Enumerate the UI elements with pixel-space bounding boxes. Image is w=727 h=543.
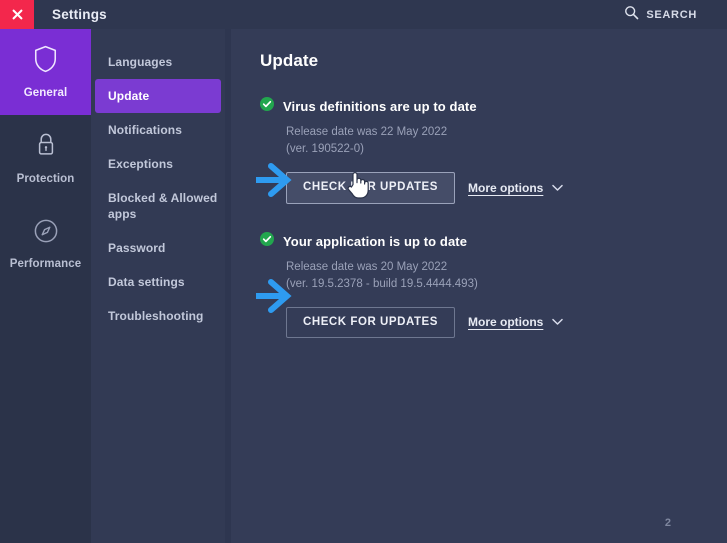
rail-item-performance[interactable]: Performance: [0, 201, 91, 287]
rail-item-general[interactable]: General: [0, 29, 91, 115]
lock-icon: [34, 131, 58, 164]
virus-definitions-meta: Release date was 22 May 2022 (ver. 19052…: [286, 124, 701, 158]
rail-item-protection[interactable]: Protection: [0, 115, 91, 201]
close-button[interactable]: [0, 0, 34, 29]
application-meta: Release date was 20 May 2022 (ver. 19.5.…: [286, 259, 701, 293]
more-options-application-label: More options: [468, 315, 544, 330]
check-for-updates-button-definitions[interactable]: CHECK FOR UPDATES: [286, 172, 456, 204]
search-button[interactable]: SEARCH: [624, 5, 697, 25]
speedometer-icon: [33, 218, 59, 249]
search-label: SEARCH: [646, 8, 697, 21]
chevron-down-icon: [552, 179, 564, 197]
check-for-updates-button-application[interactable]: CHECK FOR UPDATES: [286, 306, 456, 338]
subnav-item-troubleshooting[interactable]: Troubleshooting: [95, 299, 221, 333]
search-icon: [624, 5, 639, 25]
application-status-row: Your application is up to date: [260, 231, 701, 251]
close-icon: [11, 8, 24, 21]
subnav-item-notifications[interactable]: Notifications: [95, 113, 221, 147]
application-release-date: Release date was 20 May 2022: [286, 260, 448, 273]
application-version: (ver. 19.5.2378 - build 19.5.4444.493): [286, 277, 478, 290]
application-actions: CHECK FOR UPDATES More options: [286, 306, 701, 338]
rail-item-general-label: General: [23, 87, 68, 99]
secondary-nav: Languages Update Notifications Exception…: [91, 29, 225, 543]
chevron-down-icon: [552, 313, 564, 331]
subnav-item-exceptions[interactable]: Exceptions: [95, 147, 221, 181]
subnav-item-password[interactable]: Password: [95, 231, 221, 265]
more-options-definitions-label: More options: [468, 180, 544, 195]
virus-definitions-status-title: Virus definitions are up to date: [283, 99, 477, 114]
virus-definitions-release-date: Release date was 22 May 2022: [286, 126, 448, 138]
app-title: Settings: [52, 7, 107, 22]
subnav-item-data-settings[interactable]: Data settings: [95, 265, 221, 299]
virus-definitions-version: (ver. 190522-0): [286, 143, 364, 155]
virus-definitions-section: Virus definitions are up to date Release…: [260, 97, 701, 204]
more-options-application[interactable]: More options: [468, 313, 564, 331]
settings-window: Settings SEARCH General Protection Perfo…: [0, 0, 727, 543]
page-title: Update: [260, 51, 319, 70]
shield-icon: [33, 45, 58, 78]
content-panel: Update Virus definitions are up to date …: [231, 29, 727, 543]
application-status-title: Your application is up to date: [283, 233, 468, 249]
page-number: 2: [664, 517, 671, 529]
rail-item-performance-label: Performance: [9, 258, 82, 270]
application-update-section: Your application is up to date Release d…: [260, 231, 701, 338]
title-bar: Settings SEARCH: [0, 0, 727, 29]
subnav-item-blocked-allowed-apps[interactable]: Blocked & Allowed apps: [95, 181, 221, 231]
check-circle-icon: [260, 97, 274, 116]
subnav-item-languages[interactable]: Languages: [95, 45, 221, 79]
virus-definitions-actions: CHECK FOR UPDATES More options: [286, 172, 701, 204]
check-circle-icon: [260, 231, 274, 251]
more-options-definitions[interactable]: More options: [468, 179, 564, 197]
primary-nav-rail: General Protection Performance: [0, 29, 91, 543]
subnav-item-update[interactable]: Update: [95, 79, 221, 113]
virus-definitions-status-row: Virus definitions are up to date: [260, 97, 701, 116]
rail-item-protection-label: Protection: [16, 173, 75, 185]
